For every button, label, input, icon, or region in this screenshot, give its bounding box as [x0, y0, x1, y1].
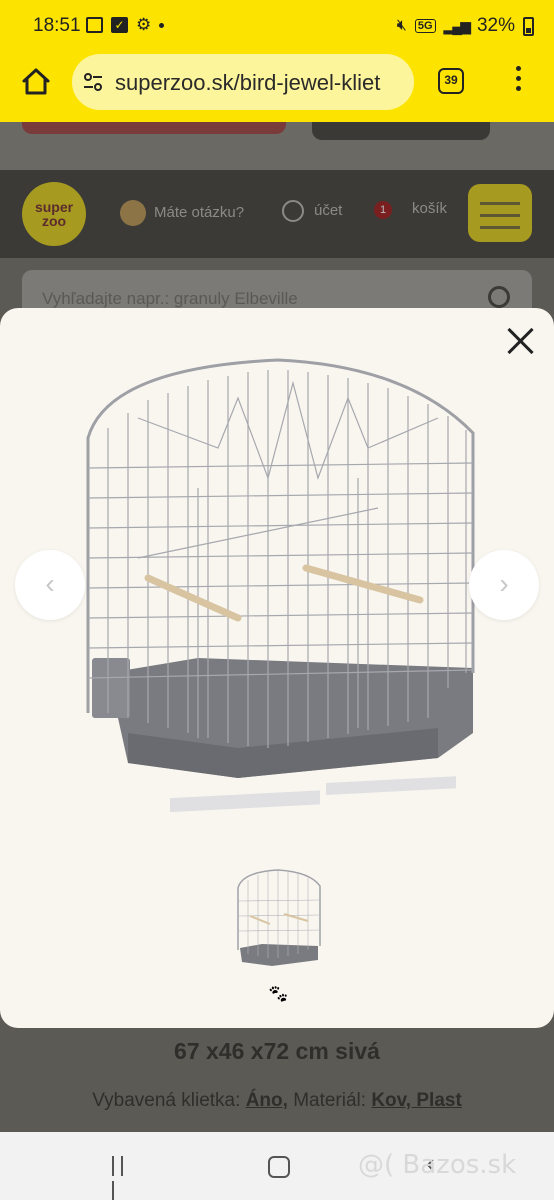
support-avatar	[120, 200, 146, 226]
product-title: 67 x46 x72 cm sivá	[174, 1038, 380, 1064]
chevron-right-icon: ›	[499, 568, 509, 599]
browser-menu-icon[interactable]	[510, 66, 526, 96]
calendar-icon	[86, 17, 103, 33]
status-system-icons: 🔇︎ 5G ▂▄▆ 32%	[397, 15, 534, 37]
more-notifications-dot-icon	[159, 22, 165, 28]
status-time: 18:51	[33, 15, 81, 36]
settings-gear-icon: ⚙	[136, 15, 152, 34]
hamburger-menu-button[interactable]	[468, 184, 532, 242]
question-link[interactable]: Máte otázku?	[120, 200, 244, 226]
system-home-icon[interactable]	[268, 1156, 290, 1178]
equipped-label: Vybavená klietka:	[92, 1090, 241, 1111]
search-placeholder: Vyhľadajte napr.: granuly Elbeville	[42, 289, 298, 308]
cart-link[interactable]: 1 košík	[374, 200, 447, 219]
bird-cage-image	[86, 358, 475, 813]
site-header: super zoo Máte otázku? účet 1 košík	[0, 170, 554, 258]
close-icon[interactable]	[506, 326, 536, 356]
mute-icon: 🔇︎	[396, 17, 407, 34]
watermark-text: @( Bazos.sk	[358, 1150, 517, 1180]
site-settings-icon[interactable]	[82, 71, 104, 93]
network-type: 5G	[414, 19, 436, 33]
browser-chrome: 18:51 ✓ ⚙ 🔇︎ 5G ▂▄▆ 32% superzoo.sk/bird…	[0, 0, 554, 122]
checkbox-icon: ✓	[111, 17, 128, 33]
account-label: účet	[314, 201, 343, 219]
battery-icon	[523, 16, 534, 36]
address-bar[interactable]: superzoo.sk/bird-jewel-kliet	[72, 54, 414, 110]
paw-icon: 🐾︎	[266, 984, 290, 1004]
cart-label: košík	[412, 200, 448, 217]
top-band	[0, 122, 554, 170]
image-gallery-modal: ‹ › 🐾︎	[0, 308, 554, 1028]
account-link[interactable]: účet	[282, 200, 342, 222]
status-notification-icons: ✓ ⚙	[86, 15, 165, 35]
home-icon[interactable]	[16, 62, 56, 102]
battery-percent: 32%	[476, 15, 515, 36]
equipped-value-link[interactable]: Áno,	[246, 1090, 288, 1111]
superzoo-logo[interactable]: super zoo	[22, 182, 86, 246]
status-bar: 18:51 ✓ ⚙ 🔇︎ 5G ▂▄▆ 32%	[0, 12, 554, 42]
gallery-thumbnail[interactable]	[232, 866, 324, 970]
size-selector-strip	[22, 122, 286, 134]
recent-apps-icon[interactable]	[112, 1156, 138, 1200]
question-label: Máte otázku?	[154, 203, 245, 221]
cart-count-badge: 1	[374, 201, 392, 219]
signal-icon: ▂▄▆	[443, 17, 471, 34]
logo-text-bottom: zoo	[41, 213, 67, 229]
previous-image-button[interactable]: ‹	[15, 550, 85, 620]
material-label: Materiál:	[293, 1090, 367, 1111]
material-value-link[interactable]: Kov, Plast	[371, 1090, 461, 1111]
next-image-button[interactable]: ›	[469, 550, 539, 620]
url-text[interactable]: superzoo.sk/bird-jewel-kliet	[115, 70, 410, 96]
search-icon[interactable]	[488, 286, 510, 308]
user-icon	[282, 200, 304, 222]
chevron-left-icon: ‹	[45, 568, 55, 599]
tab-switcher-button[interactable]: 39	[438, 68, 464, 94]
more-info-button	[312, 122, 490, 140]
product-attributes: Vybavená klietka: Áno, Materiál: Kov, Pl…	[0, 1090, 554, 1112]
